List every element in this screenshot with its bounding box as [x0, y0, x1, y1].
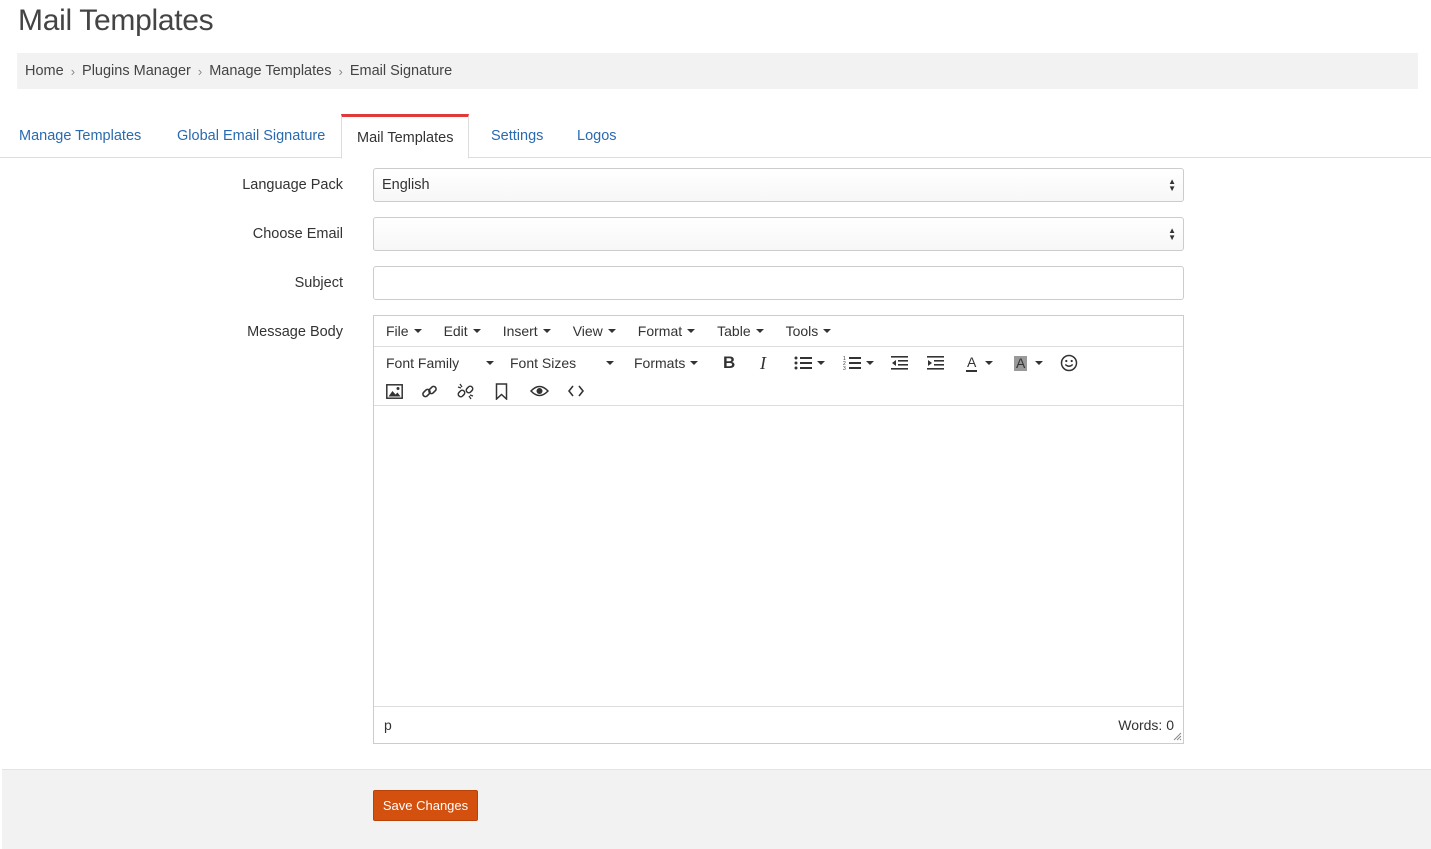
- caret-down-icon: [413, 329, 422, 333]
- caret-down-icon: [472, 329, 481, 333]
- font-family-dropdown[interactable]: Font Family: [386, 351, 494, 375]
- smiley-icon: [1060, 354, 1078, 372]
- editor-menubar: File Edit Insert View Format Table Tools: [374, 316, 1183, 347]
- indent-icon: [927, 356, 944, 370]
- subject-input[interactable]: [373, 266, 1184, 300]
- bold-button[interactable]: B: [723, 351, 735, 375]
- caret-down-icon: [607, 329, 616, 333]
- caret-down-icon: [755, 329, 764, 333]
- font-sizes-dropdown[interactable]: Font Sizes: [510, 351, 614, 375]
- menu-file[interactable]: File: [378, 323, 430, 339]
- tab-mail-templates[interactable]: Mail Templates: [341, 114, 470, 159]
- save-changes-button[interactable]: Save Changes: [373, 790, 478, 821]
- background-color-button[interactable]: A: [1014, 351, 1044, 375]
- menu-insert[interactable]: Insert: [495, 323, 559, 339]
- subject-label: Subject: [294, 275, 343, 291]
- unlink-icon: [457, 383, 474, 399]
- caret-down-icon: [687, 329, 696, 333]
- language-pack-value: English: [382, 177, 430, 193]
- insert-image-button[interactable]: [386, 379, 403, 403]
- breadcrumb-email-signature: Email Signature: [349, 63, 453, 79]
- message-body-label: Message Body: [247, 324, 343, 340]
- tab-manage-templates[interactable]: Manage Templates: [18, 114, 142, 158]
- anchor-button[interactable]: [495, 379, 508, 403]
- language-pack-label: Language Pack: [242, 177, 343, 193]
- breadcrumb-plugins-manager[interactable]: Plugins Manager: [82, 63, 191, 79]
- breadcrumb-manage-templates[interactable]: Manage Templates: [209, 63, 331, 79]
- menu-edit[interactable]: Edit: [436, 323, 489, 339]
- chevron-right-icon: ›: [197, 63, 203, 79]
- menu-tools[interactable]: Tools: [778, 323, 840, 339]
- breadcrumb: Home › Plugins Manager › Manage Template…: [17, 53, 1418, 89]
- menu-view[interactable]: View: [565, 323, 624, 339]
- editor-statusbar: p Words: 0: [374, 706, 1183, 742]
- chevron-right-icon: ›: [338, 63, 343, 79]
- bullet-list-icon: [794, 356, 812, 370]
- caret-down-icon: [823, 329, 832, 333]
- source-code-button[interactable]: [568, 379, 584, 403]
- code-icon: [568, 385, 584, 397]
- language-pack-select[interactable]: English ▲ ▼: [373, 168, 1184, 202]
- text-color-button[interactable]: A: [966, 351, 994, 375]
- menu-table[interactable]: Table: [709, 323, 771, 339]
- italic-button[interactable]: I: [760, 351, 766, 375]
- image-icon: [386, 383, 403, 399]
- svg-text:3: 3: [843, 366, 846, 371]
- chevron-right-icon: ›: [70, 63, 76, 79]
- bookmark-icon: [495, 382, 508, 400]
- numbered-list-button[interactable]: 123: [843, 351, 874, 375]
- bullet-list-button[interactable]: [794, 351, 825, 375]
- outdent-icon: [891, 356, 908, 370]
- rich-text-editor: File Edit Insert View Format Table Tools…: [373, 315, 1184, 744]
- remove-link-button[interactable]: [457, 379, 474, 403]
- caret-down-icon: [486, 361, 494, 365]
- tab-global-email-signature[interactable]: Global Email Signature: [176, 114, 326, 158]
- emoticons-button[interactable]: [1060, 351, 1078, 375]
- caret-down-icon: [866, 361, 874, 365]
- link-icon: [422, 385, 437, 397]
- indent-button[interactable]: [927, 351, 944, 375]
- caret-down-icon: [606, 361, 614, 365]
- choose-email-label: Choose Email: [252, 226, 343, 242]
- caret-down-icon: [542, 329, 551, 333]
- outdent-button[interactable]: [891, 351, 908, 375]
- choose-email-select[interactable]: ▲ ▼: [373, 217, 1184, 251]
- select-arrows-icon: ▲ ▼: [1168, 226, 1176, 242]
- select-arrows-icon: ▲ ▼: [1168, 177, 1176, 193]
- editor-toolbar: Font Family Font Sizes Formats B I 123 A: [374, 347, 1183, 406]
- editor-content-area[interactable]: [374, 406, 1183, 706]
- caret-down-icon: [1035, 361, 1044, 365]
- insert-link-button[interactable]: [421, 379, 438, 403]
- tab-logos[interactable]: Logos: [576, 114, 618, 158]
- breadcrumb-home[interactable]: Home: [25, 63, 64, 79]
- form-actions-bar: [2, 769, 1431, 849]
- word-count: Words: 0: [1118, 717, 1174, 733]
- background-color-icon: A: [1014, 354, 1028, 371]
- tab-settings[interactable]: Settings: [490, 114, 544, 158]
- caret-down-icon: [817, 361, 825, 365]
- page-title: Mail Templates: [18, 4, 214, 37]
- eye-icon: [530, 385, 549, 397]
- tab-bar: Manage Templates Global Email Signature …: [0, 114, 1431, 159]
- text-color-icon: A: [966, 353, 978, 372]
- caret-down-icon: [690, 361, 699, 365]
- element-path[interactable]: p: [384, 717, 392, 733]
- formats-dropdown[interactable]: Formats: [634, 351, 699, 375]
- resize-handle-icon[interactable]: [1173, 732, 1182, 741]
- numbered-list-icon: 123: [843, 356, 861, 371]
- menu-format[interactable]: Format: [630, 323, 703, 339]
- caret-down-icon: [985, 361, 994, 365]
- preview-button[interactable]: [530, 379, 549, 403]
